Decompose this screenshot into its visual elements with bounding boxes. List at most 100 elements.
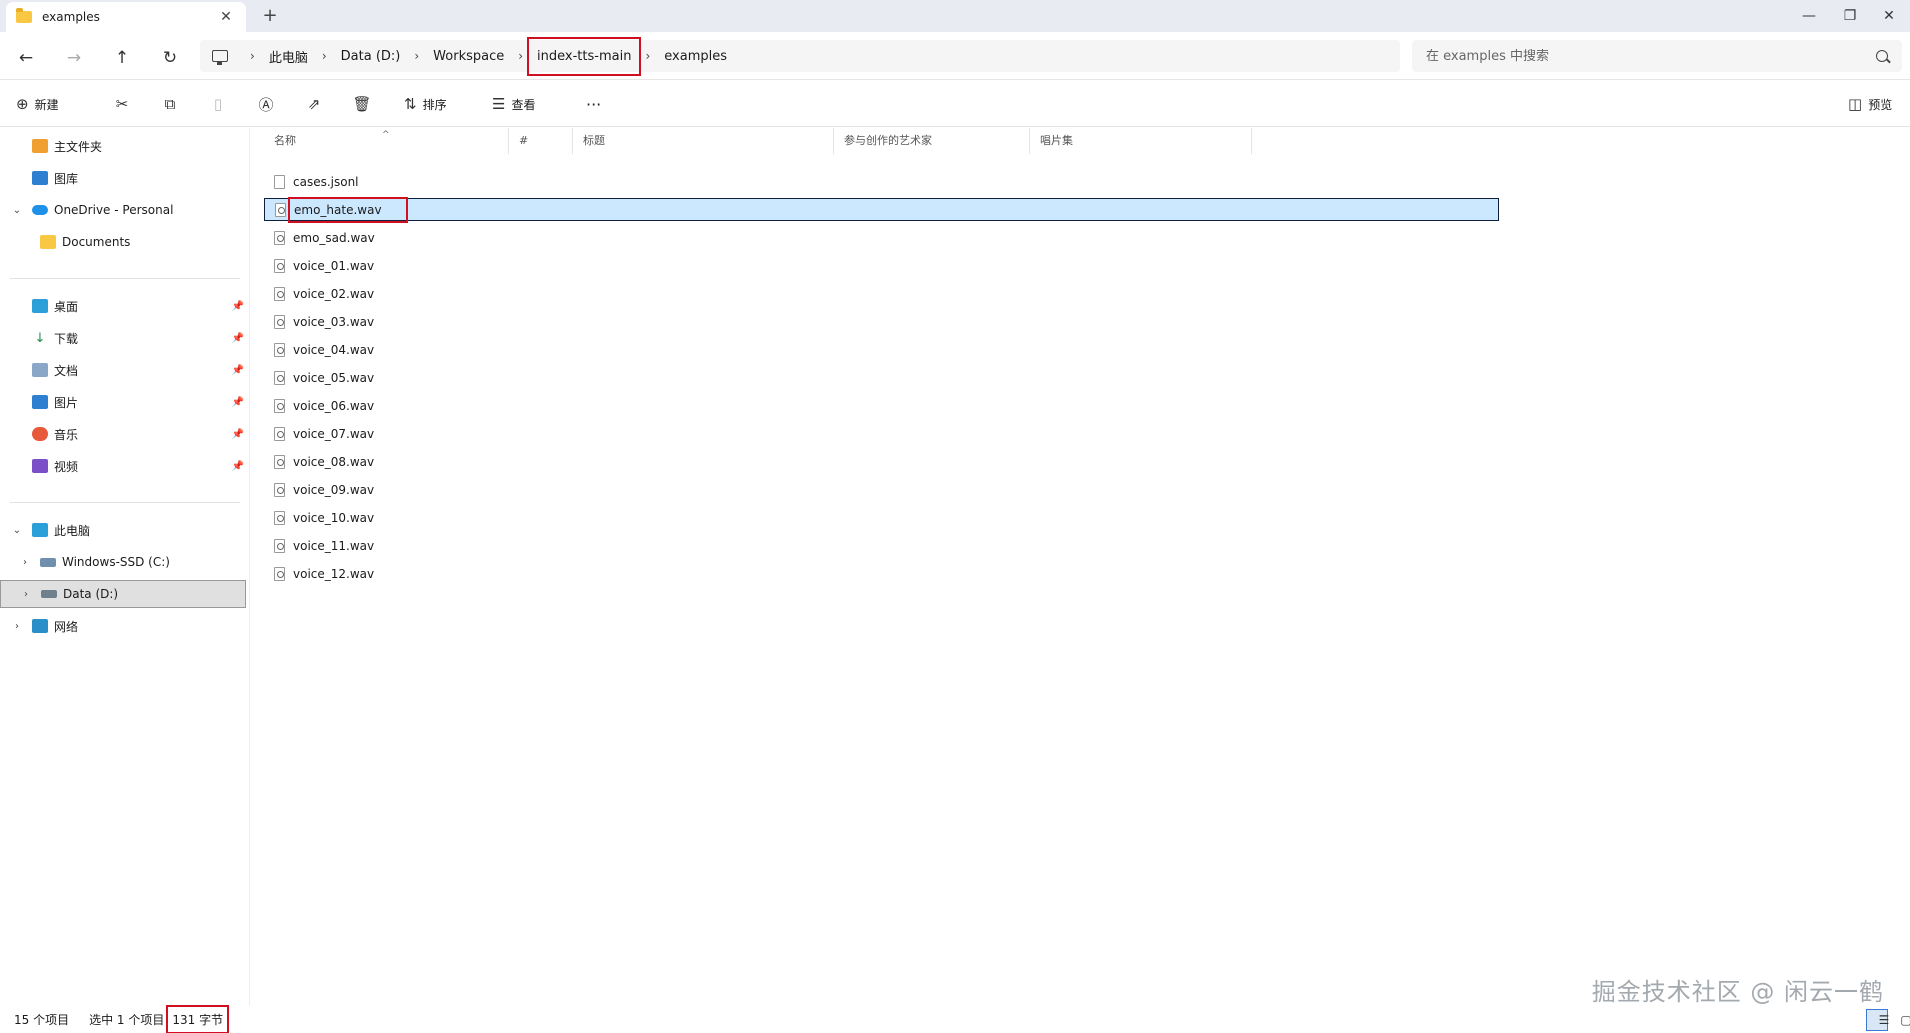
breadcrumb-workspace[interactable]: Workspace	[431, 45, 506, 68]
search-box[interactable]	[1412, 40, 1902, 72]
title-bar: examples ✕ + — ❐ ✕	[0, 0, 1910, 32]
audio-file-icon	[274, 342, 285, 357]
tab-examples[interactable]: examples ✕	[6, 2, 246, 32]
file-icon	[274, 174, 285, 189]
file-row[interactable]: cases.jsonl	[264, 170, 1499, 193]
pin-icon[interactable]: 📌	[232, 301, 244, 312]
refresh-button[interactable]: ↻	[156, 44, 184, 72]
sidebar-item-this-pc[interactable]: ⌄ 此电脑	[0, 516, 246, 544]
sort-button[interactable]: ⇅ 排序	[404, 91, 447, 117]
address-bar: ← → ↑ ↻ › 此电脑 › Data (D:) › Workspace › …	[0, 32, 1910, 80]
new-tab-button[interactable]: +	[258, 5, 282, 27]
copy-button[interactable]: ⧉	[156, 91, 184, 117]
audio-file-icon	[274, 398, 285, 413]
up-button[interactable]: ↑	[108, 44, 136, 72]
file-row[interactable]: voice_04.wav	[264, 338, 1499, 361]
sidebar-item-documents[interactable]: Documents	[0, 228, 246, 256]
file-row[interactable]: voice_11.wav	[264, 534, 1499, 557]
chevron-down-icon[interactable]: ⌄	[10, 205, 24, 216]
desktop-icon	[32, 299, 48, 313]
file-row[interactable]: voice_07.wav	[264, 422, 1499, 445]
pin-icon[interactable]: 📌	[232, 365, 244, 376]
file-row[interactable]: voice_09.wav	[264, 478, 1499, 501]
sidebar-item-label: 音乐	[54, 427, 79, 442]
pin-icon[interactable]: 📌	[232, 397, 244, 408]
view-button[interactable]: ☰ 查看	[492, 91, 535, 117]
details-view-icon: ☰	[1878, 1013, 1890, 1027]
file-row[interactable]: voice_01.wav	[264, 254, 1499, 277]
chevron-right-icon[interactable]: ›	[250, 49, 255, 63]
chevron-right-icon[interactable]: ›	[645, 49, 650, 63]
tab-label: examples	[42, 10, 100, 24]
audio-file-icon	[274, 314, 285, 329]
chevron-right-icon[interactable]: ›	[19, 589, 33, 600]
chevron-right-icon[interactable]: ›	[10, 621, 24, 632]
pin-icon[interactable]: 📌	[232, 461, 244, 472]
folder-icon	[16, 8, 32, 23]
breadcrumb[interactable]: › 此电脑 › Data (D:) › Workspace › index-tt…	[200, 36, 1400, 76]
chevron-down-icon[interactable]: ⌄	[10, 525, 24, 536]
trash-icon: 🗑	[352, 95, 372, 113]
pin-icon[interactable]: 📌	[232, 333, 244, 344]
minimize-button[interactable]: —	[1786, 0, 1832, 32]
tab-close-icon[interactable]: ✕	[216, 9, 236, 25]
sidebar-item-videos[interactable]: 视频 📌	[0, 452, 246, 480]
breadcrumb-data-d[interactable]: Data (D:)	[339, 45, 403, 68]
delete-button[interactable]: 🗑	[348, 91, 376, 117]
chevron-right-icon[interactable]: ›	[322, 49, 327, 63]
file-row[interactable]: voice_08.wav	[264, 450, 1499, 473]
back-button[interactable]: ←	[12, 44, 40, 72]
details-view-button[interactable]: ☰	[1866, 1009, 1890, 1031]
drive-icon	[40, 557, 56, 567]
chevron-right-icon[interactable]: ›	[518, 49, 523, 63]
column-header-number[interactable]: #	[509, 128, 573, 154]
sidebar-item-drive-c[interactable]: › Windows-SSD (C:)	[0, 548, 246, 576]
sidebar-item-gallery[interactable]: 图库	[0, 164, 246, 192]
chevron-right-icon[interactable]: ›	[414, 49, 419, 63]
sidebar-item-network[interactable]: › 网络	[0, 612, 246, 640]
file-list: 名称 ^ # 标题 参与创作的艺术家 唱片集 cases.jsonl emo_ha…	[252, 128, 1910, 1008]
file-row[interactable]: voice_10.wav	[264, 506, 1499, 529]
file-row[interactable]: voice_05.wav	[264, 366, 1499, 389]
audio-file-icon	[274, 370, 285, 385]
chevron-right-icon[interactable]: ›	[18, 557, 32, 568]
sidebar-item-desktop[interactable]: 桌面 📌	[0, 292, 246, 320]
file-row[interactable]: voice_06.wav	[264, 394, 1499, 417]
paste-button[interactable]: ▯	[204, 91, 232, 117]
share-button[interactable]: ⇗	[300, 91, 328, 117]
sidebar-item-documents-pinned[interactable]: 文档 📌	[0, 356, 246, 384]
file-row[interactable]: voice_03.wav	[264, 310, 1499, 333]
sidebar-item-onedrive[interactable]: ⌄ OneDrive - Personal	[0, 196, 246, 224]
close-window-button[interactable]: ✕	[1866, 0, 1910, 32]
search-input[interactable]	[1426, 48, 1876, 64]
sidebar-item-home[interactable]: 主文件夹	[0, 132, 246, 160]
file-row[interactable]: voice_02.wav	[264, 282, 1499, 305]
sidebar-item-music[interactable]: 音乐 📌	[0, 420, 246, 448]
more-options-button[interactable]: ···	[586, 91, 601, 117]
clipboard-icon: ▯	[213, 95, 223, 113]
pin-icon[interactable]: 📌	[232, 429, 244, 440]
forward-button[interactable]: →	[60, 44, 88, 72]
column-header-name[interactable]: 名称 ^	[264, 128, 509, 154]
computer-icon[interactable]	[212, 50, 228, 65]
column-header-album[interactable]: 唱片集	[1030, 128, 1252, 154]
tiles-view-button[interactable]: ▢	[1890, 1009, 1910, 1031]
breadcrumb-this-pc[interactable]: 此电脑	[267, 43, 310, 70]
file-name: voice_04.wav	[293, 342, 375, 357]
sidebar-item-downloads[interactable]: ↓ 下载 📌	[0, 324, 246, 352]
new-button[interactable]: ⊕ 新建	[16, 91, 59, 117]
sidebar-item-pictures[interactable]: 图片 📌	[0, 388, 246, 416]
breadcrumb-index-tts-main[interactable]: index-tts-main	[527, 36, 642, 76]
breadcrumb-examples[interactable]: examples	[662, 45, 729, 68]
cut-button[interactable]: ✂	[108, 91, 136, 117]
rename-button[interactable]: Ⓐ	[252, 91, 280, 117]
sidebar-item-drive-d[interactable]: › Data (D:)	[0, 580, 246, 608]
file-row[interactable]: emo_sad.wav	[264, 226, 1499, 249]
preview-pane-button[interactable]: ◫ 预览	[1848, 91, 1892, 117]
column-header-title[interactable]: 标题	[573, 128, 834, 154]
file-row[interactable]: emo_hate.wav	[264, 196, 1499, 223]
file-row[interactable]: voice_12.wav	[264, 562, 1499, 585]
audio-file-icon	[274, 538, 285, 553]
search-icon[interactable]	[1876, 50, 1888, 62]
column-header-artist[interactable]: 参与创作的艺术家	[834, 128, 1030, 154]
